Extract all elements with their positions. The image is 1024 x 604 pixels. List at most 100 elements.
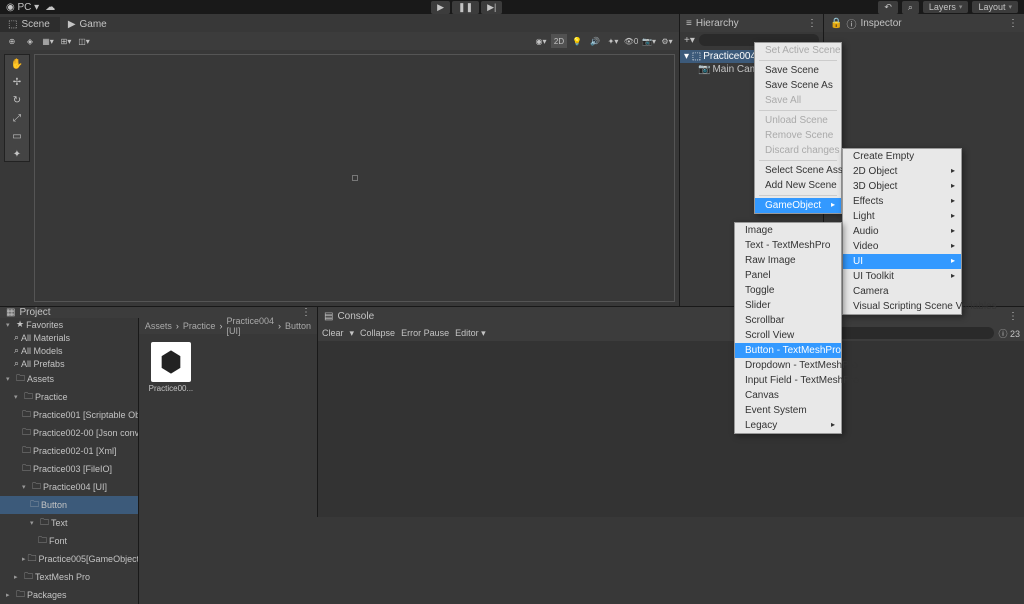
hand-tool-icon[interactable]: ✋: [5, 55, 29, 73]
account-menu[interactable]: ◉ PC ▾: [6, 2, 39, 13]
menu-item[interactable]: Save Scene: [755, 63, 841, 78]
hidden-icon[interactable]: 👁 0: [623, 34, 639, 48]
pause-button[interactable]: ❚❚: [452, 1, 479, 14]
tab-scene[interactable]: ⬚Scene: [0, 17, 60, 32]
audio-icon[interactable]: 🔊: [587, 34, 603, 48]
move-tool-icon[interactable]: ✢: [5, 73, 29, 91]
tree-item[interactable]: ⌕ All Models: [0, 344, 138, 357]
clear-button[interactable]: Clear: [322, 328, 344, 338]
collapse-button[interactable]: Collapse: [360, 328, 395, 338]
tree-item[interactable]: ⌕ All Materials: [0, 331, 138, 344]
lock-icon[interactable]: 🔒: [830, 18, 842, 29]
tab-console[interactable]: Console: [337, 311, 374, 322]
rect-tool-icon[interactable]: ▭: [5, 127, 29, 145]
errorpause-button[interactable]: Error Pause: [401, 328, 449, 338]
step-button[interactable]: ▶|: [481, 1, 502, 14]
menu-item[interactable]: Visual Scripting Scene Variables: [843, 299, 961, 314]
viewport[interactable]: [34, 54, 675, 302]
project-panel: ▦ Project ⋮ ▾★ Favorites ⌕ All Materials…: [0, 307, 318, 517]
tree-item[interactable]: ⌕ All Prefabs: [0, 357, 138, 370]
tab-inspector[interactable]: Inspector: [860, 18, 901, 29]
menu-item[interactable]: Select Scene Asset: [755, 163, 841, 178]
menu-item[interactable]: UI Toolkit: [843, 269, 961, 284]
more-icon[interactable]: ⋮: [301, 307, 311, 318]
fx-icon[interactable]: ✦▾: [605, 34, 621, 48]
menu-item[interactable]: Event System: [735, 403, 841, 418]
layout-dropdown[interactable]: Layout: [972, 1, 1018, 13]
tree-packages[interactable]: ▸🗀 Packages: [0, 586, 138, 604]
menu-item[interactable]: Add New Scene: [755, 178, 841, 193]
console-toolbar: Clear▾ Collapse Error Pause Editor ▾ ⓘ 2…: [318, 325, 1024, 341]
tree-item[interactable]: 🗀 Button: [0, 496, 138, 514]
light-icon[interactable]: 💡: [569, 34, 585, 48]
menu-item[interactable]: Raw Image: [735, 253, 841, 268]
breadcrumb[interactable]: Assets › Practice › Practice004 [UI] › B…: [139, 318, 317, 334]
rotate-tool-icon[interactable]: ↻: [5, 91, 29, 109]
2d-toggle[interactable]: 2D: [551, 34, 567, 48]
tool-pivot-icon[interactable]: ⊕: [4, 34, 20, 48]
search-icon[interactable]: ⌕: [902, 1, 919, 14]
menu-item[interactable]: Scroll View: [735, 328, 841, 343]
create-button[interactable]: +▾: [684, 35, 695, 46]
tool-snap-icon[interactable]: ⊞▾: [58, 34, 74, 48]
undo-history-icon[interactable]: ↶: [878, 1, 898, 14]
menu-item[interactable]: Save Scene As: [755, 78, 841, 93]
more-icon[interactable]: ⋮: [807, 18, 817, 29]
tree-favorites[interactable]: ▾★ Favorites: [0, 318, 138, 331]
transform-tool-icon[interactable]: ✦: [5, 145, 29, 163]
menu-item: Set Active Scene: [755, 43, 841, 58]
tree-item[interactable]: ▾🗀 Practice: [0, 388, 138, 406]
draw-mode-icon[interactable]: ◉▾: [533, 34, 549, 48]
menu-item[interactable]: 3D Object: [843, 179, 961, 194]
tree-item[interactable]: ▾🗀 Practice004 [UI]: [0, 478, 138, 496]
menu-item[interactable]: Effects: [843, 194, 961, 209]
more-icon[interactable]: ⋮: [1008, 18, 1018, 29]
menu-item[interactable]: Create Empty: [843, 149, 961, 164]
tab-hierarchy[interactable]: Hierarchy: [696, 18, 739, 29]
menu-item[interactable]: Toggle: [735, 283, 841, 298]
menu-item[interactable]: Panel: [735, 268, 841, 283]
menu-item[interactable]: Scrollbar: [735, 313, 841, 328]
more-icon[interactable]: ⋮: [1008, 311, 1018, 322]
menu-item[interactable]: UI: [843, 254, 961, 269]
tool-grid-icon[interactable]: ▦▾: [40, 34, 56, 48]
menu-item[interactable]: GameObject: [755, 198, 841, 213]
menu-item[interactable]: Button - TextMeshPro: [735, 343, 841, 358]
menu-item[interactable]: Image: [735, 223, 841, 238]
tab-game[interactable]: ▶Game: [60, 17, 117, 32]
console-body[interactable]: [318, 341, 1024, 517]
layers-dropdown[interactable]: Layers: [923, 1, 969, 13]
scale-tool-icon[interactable]: ⤢: [5, 109, 29, 127]
tree-item[interactable]: 🗀 Practice003 [FileIO]: [0, 460, 138, 478]
camera-icon[interactable]: 📷▾: [641, 34, 657, 48]
scene-view[interactable]: ✋ ✢ ↻ ⤢ ▭ ✦: [0, 50, 679, 306]
menu-item[interactable]: Input Field - TextMeshPro: [735, 373, 841, 388]
menu-item[interactable]: Legacy: [735, 418, 841, 433]
menu-item[interactable]: Light: [843, 209, 961, 224]
play-button[interactable]: ▶: [431, 1, 450, 14]
menu-item[interactable]: Text - TextMeshPro: [735, 238, 841, 253]
menu-item[interactable]: Slider: [735, 298, 841, 313]
menu-item[interactable]: Canvas: [735, 388, 841, 403]
tree-item[interactable]: 🗀 Practice002-00 [Json convert(Newtonsof…: [0, 424, 138, 442]
tab-project[interactable]: Project: [19, 307, 50, 318]
tree-item[interactable]: 🗀 Practice002-01 [Xml]: [0, 442, 138, 460]
inspector-icon: ⓘ: [846, 16, 856, 31]
asset-item[interactable]: Practice00...: [147, 342, 195, 393]
tree-item[interactable]: 🗀 Practice001 [Scriptable Object]: [0, 406, 138, 424]
menu-item[interactable]: Camera: [843, 284, 961, 299]
menu-item[interactable]: Audio: [843, 224, 961, 239]
gizmos-icon[interactable]: ⚙▾: [659, 34, 675, 48]
tree-item[interactable]: ▸🗀 TextMesh Pro: [0, 568, 138, 586]
menu-item[interactable]: Video: [843, 239, 961, 254]
tool-extra-icon[interactable]: ◫▾: [76, 34, 92, 48]
tree-item[interactable]: ▸🗀 Practice005[GameObject basic]: [0, 550, 138, 568]
editor-dropdown[interactable]: Editor ▾: [455, 328, 486, 339]
menu-item[interactable]: Dropdown - TextMeshPro: [735, 358, 841, 373]
tree-item[interactable]: 🗀 Font: [0, 532, 138, 550]
tree-assets[interactable]: ▾🗀 Assets: [0, 370, 138, 388]
menu-item[interactable]: 2D Object: [843, 164, 961, 179]
cloud-icon[interactable]: ☁: [45, 2, 55, 13]
info-count[interactable]: ⓘ 23: [998, 327, 1020, 340]
tool-local-icon[interactable]: ◈: [22, 34, 38, 48]
